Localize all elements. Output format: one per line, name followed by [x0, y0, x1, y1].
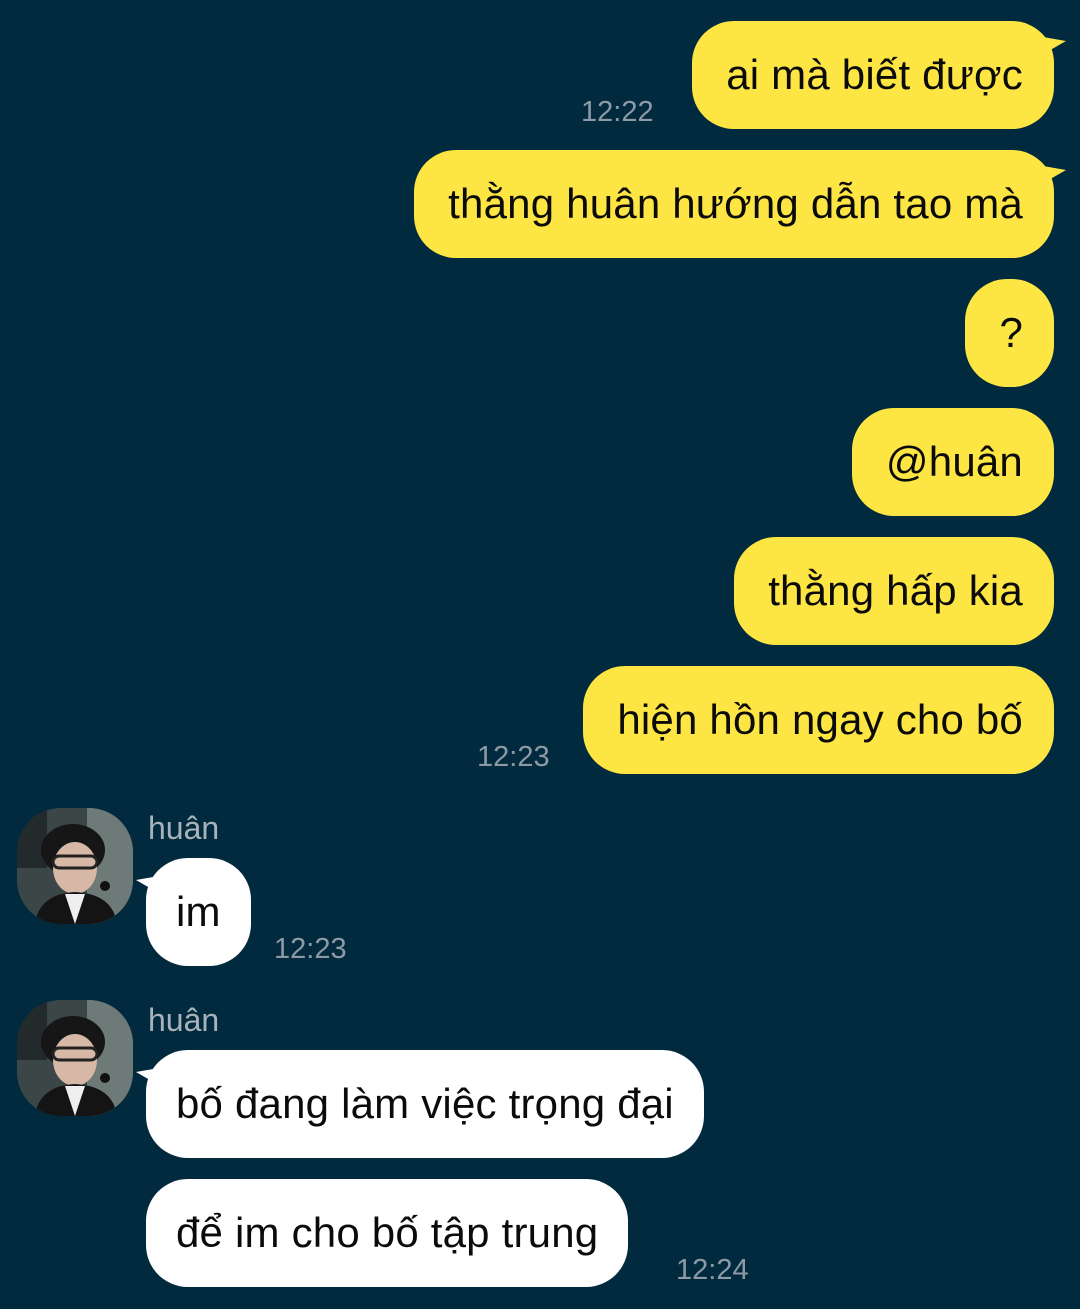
outgoing-message-bubble[interactable]: thằng huân hướng dẫn tao mà — [414, 150, 1066, 258]
message-text: thằng hấp kia — [768, 567, 1023, 614]
user-avatar-photo-icon — [17, 1000, 133, 1116]
message-text: @huân — [885, 438, 1023, 485]
outgoing-message-bubble[interactable]: hiện hồn ngay cho bố — [583, 666, 1054, 774]
sender-avatar[interactable] — [17, 808, 133, 924]
message-timestamp: 12:22 — [581, 96, 654, 128]
sender-name: huân — [148, 1002, 220, 1038]
message-timestamp: 12:24 — [676, 1254, 749, 1286]
user-avatar-photo-icon — [17, 808, 133, 924]
incoming-message-bubble[interactable]: để im cho bố tập trung — [146, 1179, 629, 1287]
incoming-message-bubble[interactable]: im — [136, 858, 251, 966]
bubble-tail — [1026, 21, 1066, 64]
sender-name: huân — [148, 810, 220, 846]
message-text: bố đang làm việc trọng đại — [176, 1080, 674, 1127]
message-text: ? — [999, 309, 1023, 356]
bubble-tail — [1026, 150, 1066, 193]
bubble-tail — [136, 1052, 176, 1095]
message-text: thằng huân hướng dẫn tao mà — [448, 180, 1023, 227]
message-text: ai mà biết được — [726, 51, 1023, 98]
message-timestamp: 12:23 — [477, 741, 550, 773]
sender-avatar[interactable] — [17, 1000, 133, 1116]
message-text: hiện hồn ngay cho bố — [617, 696, 1023, 743]
outgoing-message-bubble[interactable]: @huân — [851, 408, 1054, 516]
bubble-tail — [136, 860, 176, 903]
message-text: để im cho bố tập trung — [176, 1209, 599, 1256]
message-text: im — [176, 888, 221, 935]
incoming-message-bubble[interactable]: bố đang làm việc trọng đại — [136, 1050, 704, 1158]
outgoing-message-bubble[interactable]: ? — [965, 279, 1054, 387]
outgoing-message-bubble[interactable]: thằng hấp kia — [734, 537, 1054, 645]
outgoing-message-bubble[interactable]: ai mà biết được — [692, 21, 1066, 129]
message-timestamp: 12:23 — [274, 933, 347, 965]
